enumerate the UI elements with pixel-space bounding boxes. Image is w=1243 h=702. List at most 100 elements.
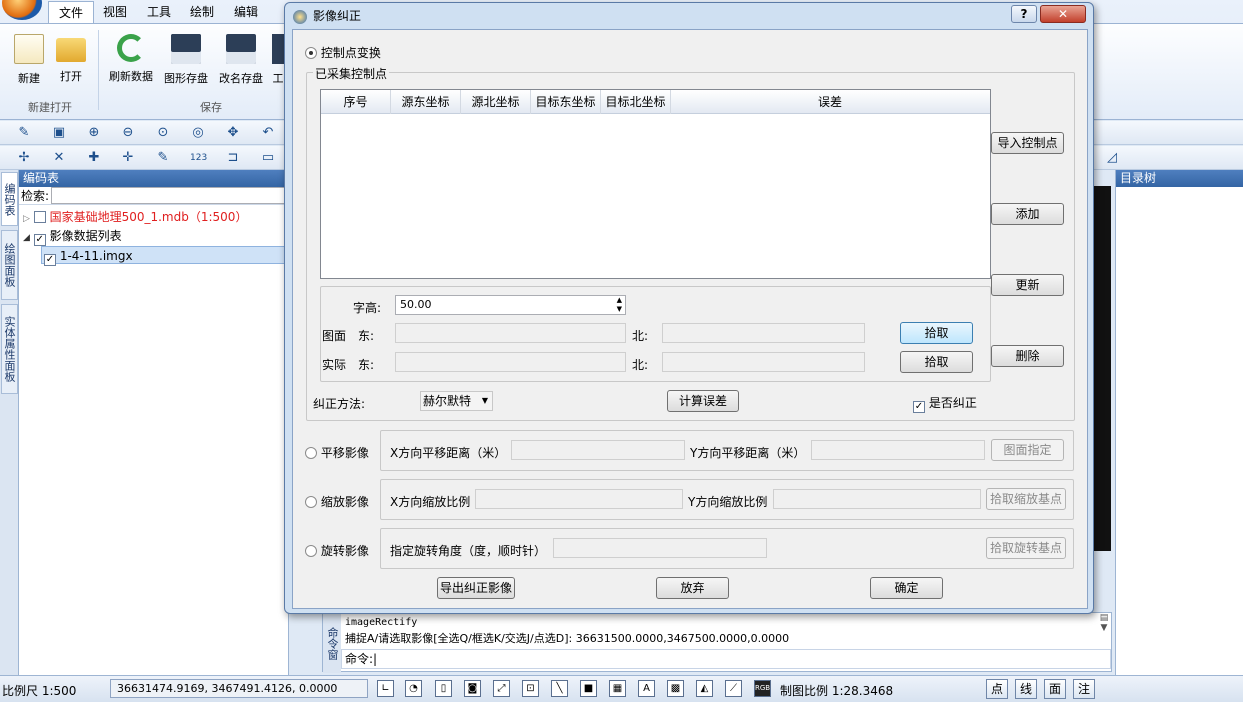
checkbox-image-list[interactable]: ✓ — [33, 234, 46, 246]
angle-icon[interactable]: ◿ — [1104, 150, 1120, 166]
rotate-radio[interactable]: 旋转影像 — [305, 542, 369, 559]
snap-icon[interactable]: ◔ — [405, 680, 422, 697]
checkbox-image-file[interactable]: ✓ — [44, 254, 56, 266]
map-canvas-edge[interactable] — [1093, 186, 1111, 551]
tree-item-image-file[interactable]: ✓ 1-4-11.imgx — [41, 246, 287, 266]
char-height-spinner[interactable]: 50.00 ▲ ▼ — [395, 295, 626, 315]
command-window: 命令窗 imageRectify 捕捉A/请选取影像[全选Q/框选K/交选J/点… — [322, 612, 1112, 673]
fill-icon[interactable]: ■ — [580, 680, 597, 697]
expand-icon[interactable]: ▷ — [23, 214, 30, 224]
import-points-button[interactable]: 导入控制点 — [991, 132, 1064, 154]
insert-vertex-icon[interactable]: ✚ — [86, 150, 102, 166]
column-header[interactable]: 误差 — [671, 90, 989, 114]
search-input[interactable] — [51, 187, 287, 204]
move-vertex-icon[interactable]: ✛ — [120, 150, 136, 166]
hatch-icon[interactable]: ▩ — [667, 680, 684, 697]
close-button[interactable]: ✕ — [1040, 5, 1086, 23]
numbering-icon[interactable]: 123 — [190, 150, 207, 166]
help-button[interactable]: ? — [1011, 5, 1037, 23]
tab-tools[interactable]: 工具 — [137, 1, 181, 23]
tab-view[interactable]: 视图 — [93, 1, 137, 23]
column-header[interactable]: 目标北坐标 — [601, 90, 671, 114]
mode-point-button[interactable]: 点 — [986, 679, 1008, 699]
map-pick-button[interactable]: 拾取 — [900, 322, 973, 344]
rotate-angle-input[interactable] — [553, 538, 767, 558]
tab-file[interactable]: 文件 — [48, 1, 95, 23]
tree-item-database[interactable]: ▷ 国家基础地理500_1.mdb（1:500） — [23, 208, 247, 226]
vtab-entity-attributes[interactable]: 实体属性面板 — [1, 304, 18, 394]
rgb-icon[interactable]: RGB — [754, 680, 771, 697]
rectify-checkbox[interactable]: ✓ 是否纠正 — [913, 394, 977, 413]
actual-east-input[interactable] — [395, 352, 626, 372]
tree-item-image-list[interactable]: ◢ ✓ 影像数据列表 — [23, 227, 122, 246]
translate-y-input[interactable] — [811, 440, 985, 460]
vtab-drawing-panel[interactable]: 绘图面板 — [1, 230, 18, 300]
command-input[interactable]: 命令:| — [341, 649, 1111, 669]
measure-icon[interactable]: ⟋ — [725, 680, 742, 697]
ok-button[interactable]: 确定 — [870, 577, 943, 599]
scrollbar[interactable]: ▤ ▼ — [1097, 613, 1111, 647]
translate-radio[interactable]: 平移影像 — [305, 444, 369, 461]
zoom-extent-icon[interactable]: ◎ — [190, 125, 206, 141]
line-weight-icon[interactable]: ╲ — [551, 680, 568, 697]
column-header[interactable]: 源北坐标 — [461, 90, 531, 114]
export-rectified-image-button[interactable]: 导出纠正影像 — [437, 577, 515, 599]
zoom-window-icon[interactable]: ⊙ — [155, 125, 171, 141]
calc-error-button[interactable]: 计算误差 — [667, 390, 739, 412]
zoom-in-icon[interactable]: ⊕ — [86, 125, 102, 141]
column-header[interactable]: 目标东坐标 — [531, 90, 601, 114]
collapse-icon[interactable]: ◢ — [23, 233, 30, 243]
object-snap-icon[interactable]: ◙ — [464, 680, 481, 697]
cancel-button[interactable]: 放弃 — [656, 577, 729, 599]
undo-icon[interactable]: ↶ — [260, 125, 276, 141]
track-icon[interactable]: ⤢ — [493, 680, 510, 697]
tab-draw[interactable]: 绘制 — [180, 1, 224, 23]
rect-icon[interactable]: ⊐ — [225, 150, 241, 166]
scale-x-input[interactable] — [475, 489, 683, 509]
method-select[interactable]: 赫尔默特 ▼ — [420, 391, 493, 411]
control-point-radio[interactable]: 控制点变换 — [305, 44, 381, 61]
control-points-table[interactable]: 序号 源东坐标 源北坐标 目标东坐标 目标北坐标 误差 — [320, 89, 991, 279]
open-button[interactable]: 打开 — [46, 32, 96, 92]
scale-y-input[interactable] — [773, 489, 981, 509]
table-icon[interactable]: ▦ — [609, 680, 626, 697]
zoom-out-icon[interactable]: ⊖ — [120, 125, 136, 141]
actual-north-input[interactable] — [662, 352, 865, 372]
actual-pick-button[interactable]: 拾取 — [900, 351, 973, 373]
mode-line-button[interactable]: 线 — [1015, 679, 1037, 699]
delete-point-icon[interactable]: ✕ — [51, 150, 67, 166]
pick-rotate-base-button[interactable]: 拾取旋转基点 — [986, 537, 1066, 559]
mode-note-button[interactable]: 注 — [1073, 679, 1095, 699]
image-icon[interactable]: ◭ — [696, 680, 713, 697]
save-as-button[interactable]: 改名存盘 — [214, 32, 268, 92]
map-east-input[interactable] — [395, 323, 626, 343]
spinner-arrows-icon[interactable]: ▲ ▼ — [617, 296, 622, 314]
tab-edit[interactable]: 编辑 — [224, 1, 268, 23]
translate-x-input[interactable] — [511, 440, 685, 460]
frame-icon[interactable]: ▭ — [260, 150, 276, 166]
add-button[interactable]: 添加 — [991, 203, 1064, 225]
select-icon[interactable]: ▣ — [51, 125, 67, 141]
grid-icon[interactable]: ▯ — [435, 680, 452, 697]
point-icon[interactable]: ⊡ — [522, 680, 539, 697]
delete-button[interactable]: 删除 — [991, 345, 1064, 367]
column-header[interactable]: 源东坐标 — [391, 90, 461, 114]
app-logo-icon[interactable] — [2, 0, 42, 20]
pick-scale-base-button[interactable]: 拾取缩放基点 — [986, 488, 1066, 510]
map-north-input[interactable] — [662, 323, 865, 343]
update-button[interactable]: 更新 — [991, 274, 1064, 296]
text-icon[interactable]: A — [638, 680, 655, 697]
checkbox-database[interactable] — [33, 211, 46, 223]
ortho-icon[interactable]: ∟ — [377, 680, 394, 697]
vtab-code-table[interactable]: 编码表 — [1, 172, 18, 226]
scale-radio[interactable]: 缩放影像 — [305, 493, 369, 510]
pencil-icon[interactable]: ✎ — [16, 125, 32, 141]
refresh-button[interactable]: 刷新数据 — [104, 32, 158, 92]
column-header[interactable]: 序号 — [321, 90, 391, 114]
pan-icon[interactable]: ✥ — [225, 125, 241, 141]
add-point-icon[interactable]: ✢ — [16, 150, 32, 166]
edit-line-icon[interactable]: ✎ — [155, 150, 171, 166]
save-button[interactable]: 图形存盘 — [159, 32, 213, 92]
map-specify-button[interactable]: 图面指定 — [991, 439, 1064, 461]
mode-area-button[interactable]: 面 — [1044, 679, 1066, 699]
